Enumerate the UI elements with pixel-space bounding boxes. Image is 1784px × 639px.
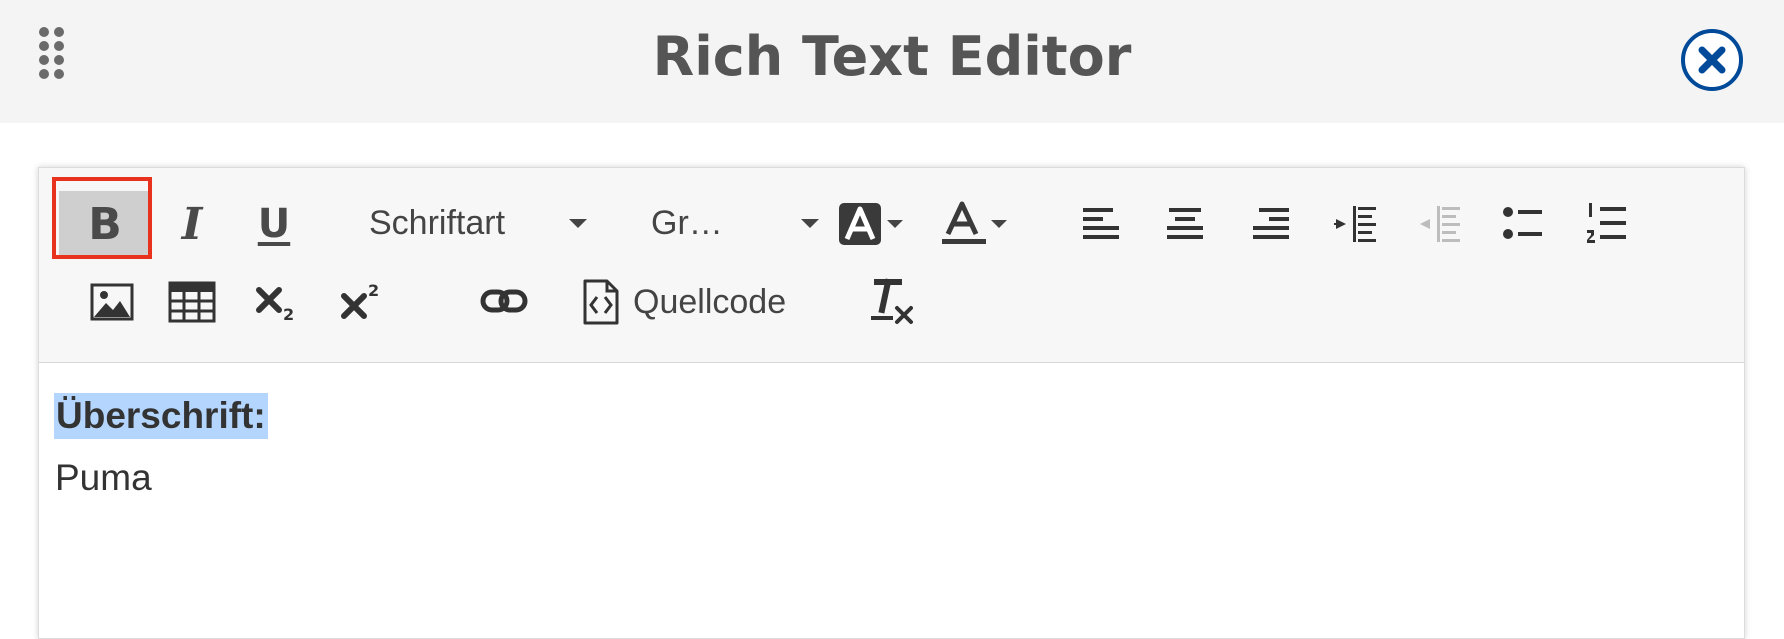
- editor-content[interactable]: Überschrift: Puma: [39, 363, 1744, 638]
- numbered-list-icon: [1587, 203, 1626, 243]
- outdent-icon: [1420, 206, 1460, 242]
- bullet-list-button[interactable]: [1490, 193, 1556, 255]
- text-color-button[interactable]: [935, 193, 1015, 255]
- dialog-header: Rich Text Editor: [0, 0, 1784, 123]
- align-left-icon: [1083, 208, 1119, 239]
- table-icon: [168, 281, 216, 323]
- bullet-list-icon: [1503, 207, 1542, 239]
- superscript-button[interactable]: 2: [327, 271, 397, 333]
- close-circle-icon: [1681, 29, 1743, 91]
- indent-button[interactable]: [1322, 193, 1388, 255]
- font-family-dropdown[interactable]: Schriftart: [369, 193, 639, 253]
- align-right-icon: [1253, 208, 1289, 239]
- align-right-button[interactable]: [1237, 193, 1303, 255]
- underline-label: U: [257, 201, 291, 247]
- chevron-down-icon: [569, 219, 587, 228]
- font-family-value: Schriftart: [369, 203, 506, 242]
- chevron-down-icon: [801, 219, 819, 228]
- subscript-button[interactable]: 2: [242, 271, 312, 333]
- font-size-dropdown[interactable]: Gr…: [651, 193, 831, 253]
- italic-label: I: [181, 198, 203, 250]
- subscript-icon: 2: [256, 287, 294, 322]
- underline-button[interactable]: U: [239, 193, 309, 255]
- text-color-icon: [942, 201, 1007, 244]
- insert-link-button[interactable]: [469, 271, 539, 333]
- close-button[interactable]: [1680, 28, 1744, 92]
- superscript-icon: 2: [341, 282, 379, 319]
- font-size-value: Gr…: [651, 203, 723, 242]
- source-code-button[interactable]: Quellcode: [583, 271, 813, 333]
- dialog-title: Rich Text Editor: [652, 25, 1132, 88]
- editor-toolbar: B I U Schriftart Gr… 2 2 Quellcode: [39, 168, 1744, 363]
- insert-table-button[interactable]: [157, 271, 227, 333]
- italic-button[interactable]: I: [157, 193, 227, 255]
- content-heading: Überschrift:: [54, 393, 268, 439]
- source-code-icon: [583, 279, 619, 325]
- numbered-list-button[interactable]: [1574, 193, 1640, 255]
- svg-text:2: 2: [368, 282, 379, 300]
- source-code-label: Quellcode: [633, 282, 787, 321]
- align-center-icon: [1167, 208, 1203, 239]
- clear-formatting-icon: [871, 278, 913, 324]
- bold-button[interactable]: B: [59, 191, 151, 257]
- image-icon: [90, 283, 134, 321]
- content-body: Puma: [55, 457, 152, 498]
- svg-text:2: 2: [283, 305, 294, 322]
- outdent-button: [1406, 193, 1472, 255]
- align-center-button[interactable]: [1152, 193, 1218, 255]
- indent-icon: [1334, 206, 1376, 242]
- background-color-button[interactable]: [831, 193, 911, 255]
- rich-text-editor: B I U Schriftart Gr… 2 2 Quellcode Übers…: [38, 167, 1745, 639]
- insert-image-button[interactable]: [77, 271, 147, 333]
- link-icon: [480, 289, 528, 313]
- clear-formatting-button[interactable]: [857, 271, 927, 333]
- align-left-button[interactable]: [1069, 193, 1135, 255]
- bold-label: B: [88, 198, 122, 250]
- background-color-icon: [839, 203, 903, 245]
